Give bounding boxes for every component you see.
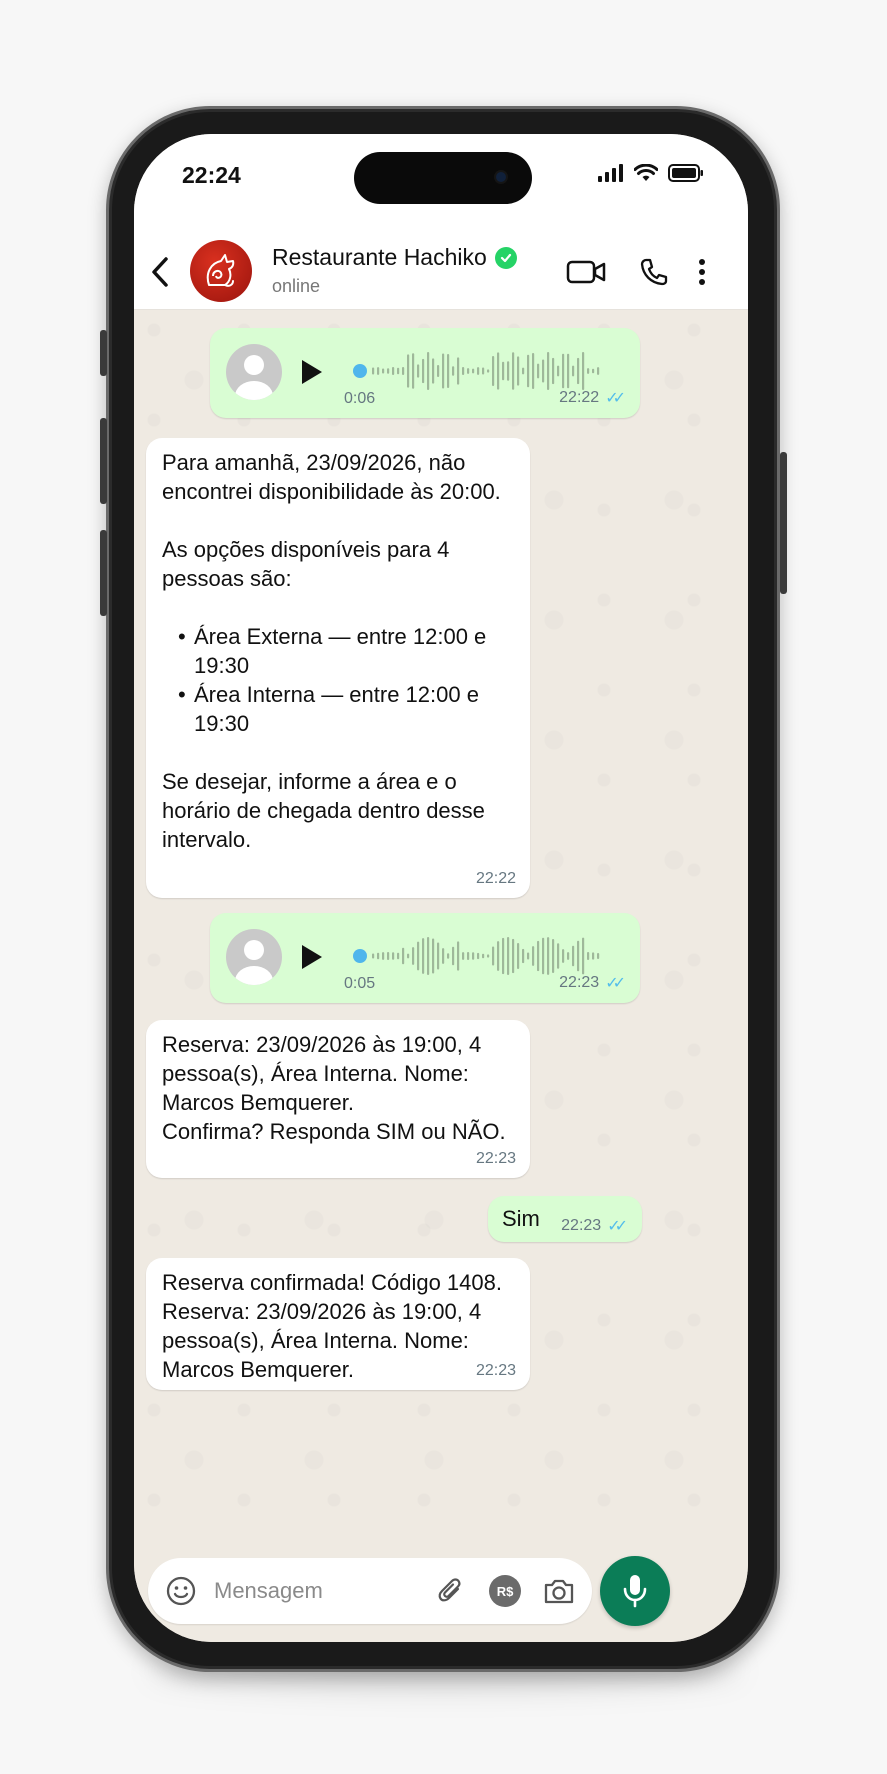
contact-status: online (272, 276, 321, 296)
dog-logo-icon (206, 254, 235, 287)
status-icons (598, 163, 704, 187)
video-call-icon (566, 260, 606, 284)
outgoing-message[interactable]: Sim 22:23 ✓✓ (488, 1196, 642, 1242)
voice-sender-avatar (226, 929, 282, 985)
payment-icon: R$ (489, 1575, 521, 1607)
incoming-message[interactable]: Reserva confirmada! Código 1408. Reserva… (146, 1258, 530, 1390)
contact-name-text: Restaurante Hachiko (272, 244, 487, 270)
volume-down-button (100, 530, 107, 616)
more-vert-icon (699, 259, 705, 285)
message-paragraph: As opções disponíveis para 4 pessoas são… (162, 537, 456, 591)
message-time: 22:23 (475, 1150, 516, 1167)
back-arrow-icon (152, 257, 168, 287)
play-icon[interactable] (302, 945, 322, 969)
option-item: Área Externa — entre 12:00 e 19:30 (162, 622, 514, 680)
message-input[interactable] (214, 1572, 424, 1610)
chat-header: Restaurante Hachiko online (134, 234, 748, 310)
payment-icon-label: R$ (496, 1583, 514, 1599)
message-text: Reserva confirmada! Código 1408. Reserva… (162, 1270, 509, 1382)
play-icon[interactable] (302, 360, 322, 384)
mic-icon (623, 1575, 647, 1608)
home-indicator (358, 1626, 524, 1632)
voice-duration: 0:05 (344, 975, 376, 992)
power-button (780, 452, 787, 594)
message-text: Reserva: 23/09/2026 às 19:00, 4 pessoa(s… (162, 1032, 506, 1144)
mic-button[interactable] (600, 1556, 670, 1626)
camera-icon (544, 1579, 574, 1604)
emoji-button[interactable] (164, 1574, 198, 1608)
message-time: 22:23 (559, 974, 600, 991)
incoming-message[interactable]: Para amanhã, 23/09/2026, não encontrei d… (146, 438, 530, 898)
voice-waveform[interactable] (352, 350, 602, 392)
verified-icon (494, 246, 517, 269)
options-list: Área Externa — entre 12:00 e 19:30 Área … (162, 622, 514, 738)
read-ticks-icon: ✓✓ (605, 975, 626, 992)
payment-button[interactable]: R$ (488, 1574, 522, 1608)
read-ticks-icon: ✓✓ (607, 1218, 628, 1235)
back-button[interactable] (146, 252, 174, 292)
option-item: Área Interna — entre 12:00 e 19:30 (162, 680, 514, 738)
more-options-button[interactable] (690, 252, 714, 292)
signal-icon (598, 164, 624, 187)
phone-screen: 22:24 Restaurante Hachiko online 0:06 22… (134, 134, 748, 1642)
wifi-icon (633, 163, 659, 187)
message-meta: 22:22 (476, 870, 516, 888)
message-paragraph: Para amanhã, 23/09/2026, não encontrei d… (162, 450, 501, 504)
attach-button[interactable] (434, 1574, 468, 1608)
message-time: 22:23 (561, 1217, 602, 1234)
message-meta: 22:23 ✓✓ (559, 973, 626, 993)
battery-icon (668, 164, 704, 187)
status-bar: 22:24 (134, 134, 748, 234)
video-call-button[interactable] (564, 252, 608, 292)
read-ticks-icon: ✓✓ (605, 390, 626, 407)
camera-button[interactable] (542, 1574, 576, 1608)
chat-body[interactable]: 0:06 22:22 ✓✓ Para amanhã, 23/09/2026, n… (134, 310, 748, 1550)
incoming-message[interactable]: Reserva: 23/09/2026 às 19:00, 4 pessoa(s… (146, 1020, 530, 1178)
phone-icon (640, 258, 668, 286)
voice-waveform[interactable] (352, 935, 602, 977)
message-meta: 22:23 ✓✓ (561, 1216, 628, 1236)
message-meta: 22:23 (476, 1150, 516, 1168)
voice-call-button[interactable] (634, 252, 674, 292)
action-button (100, 330, 107, 376)
message-time: 22:23 (475, 1362, 516, 1379)
attach-icon (438, 1578, 461, 1602)
contact-name[interactable]: Restaurante Hachiko (272, 244, 517, 271)
message-time: 22:22 (559, 389, 600, 406)
dynamic-island (354, 152, 532, 204)
contact-avatar[interactable] (190, 240, 252, 302)
message-meta: 22:22 ✓✓ (559, 388, 626, 408)
message-time: 22:22 (475, 870, 516, 887)
voice-sender-avatar (226, 344, 282, 400)
emoji-icon (166, 1576, 196, 1606)
message-meta: 22:23 (476, 1362, 516, 1380)
voice-message[interactable]: 0:06 22:22 ✓✓ (210, 328, 640, 418)
voice-duration: 0:06 (344, 390, 376, 407)
voice-message[interactable]: 0:05 22:23 ✓✓ (210, 913, 640, 1003)
status-time: 22:24 (182, 162, 241, 188)
message-paragraph: Se desejar, informe a área e o horário d… (162, 769, 492, 852)
volume-up-button (100, 418, 107, 504)
message-input-pill[interactable]: R$ (148, 1558, 592, 1624)
